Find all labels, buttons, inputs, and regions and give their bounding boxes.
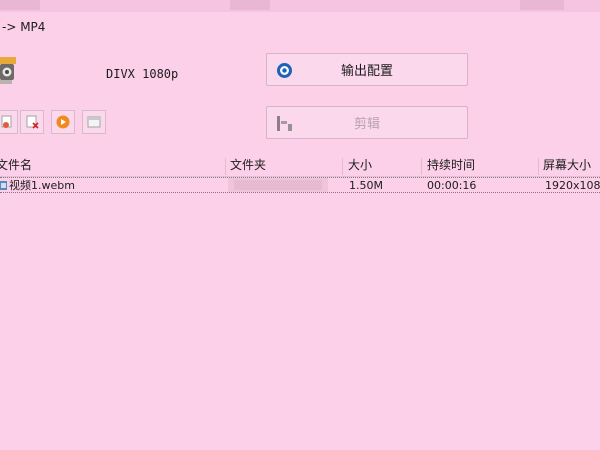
format-factory-icon: [0, 57, 16, 84]
play-icon: [56, 115, 70, 129]
info-button[interactable]: [82, 110, 106, 134]
add-file-button[interactable]: [0, 110, 18, 134]
file-size-cell: 1.50M: [349, 179, 383, 192]
obscured-region: [0, 0, 40, 10]
file-name-cell: 视频1.webm: [9, 179, 75, 192]
conversion-title: -> MP4: [2, 20, 46, 34]
obscured-region: [520, 0, 564, 10]
clip-label: 剪辑: [353, 117, 380, 132]
column-header-resolution[interactable]: 屏幕大小: [543, 156, 591, 176]
play-button[interactable]: [51, 110, 75, 134]
clip-button[interactable]: 剪辑: [266, 106, 468, 139]
resolution-cell: 1920x1080: [545, 179, 600, 192]
add-file-icon: [1, 115, 12, 128]
file-list-header: 文件名 文件夹 大小 持续时间 屏幕大小: [0, 156, 600, 177]
output-profile-label: DIVX 1080p: [106, 67, 179, 81]
info-icon: [87, 116, 101, 128]
column-header-filename[interactable]: 文件名: [0, 156, 32, 176]
folder-cell-obscured: [228, 178, 328, 192]
column-header-duration[interactable]: 持续时间: [427, 156, 475, 176]
settings-icon: [277, 63, 292, 78]
clip-icon: [277, 116, 292, 131]
output-config-button[interactable]: 输出配置: [266, 53, 468, 86]
remove-file-icon: [26, 115, 39, 129]
column-header-folder[interactable]: 文件夹: [230, 156, 266, 176]
column-divider[interactable]: [538, 158, 539, 175]
column-divider[interactable]: [421, 158, 422, 175]
column-header-size[interactable]: 大小: [348, 156, 372, 176]
duration-cell: 00:00:16: [427, 179, 477, 192]
remove-file-button[interactable]: [20, 110, 44, 134]
column-divider[interactable]: [225, 158, 226, 175]
window-top-bar: [0, 0, 600, 12]
video-file-icon: [0, 181, 7, 190]
column-divider[interactable]: [342, 158, 343, 175]
output-config-label: 输出配置: [340, 64, 393, 79]
obscured-region: [230, 0, 270, 10]
